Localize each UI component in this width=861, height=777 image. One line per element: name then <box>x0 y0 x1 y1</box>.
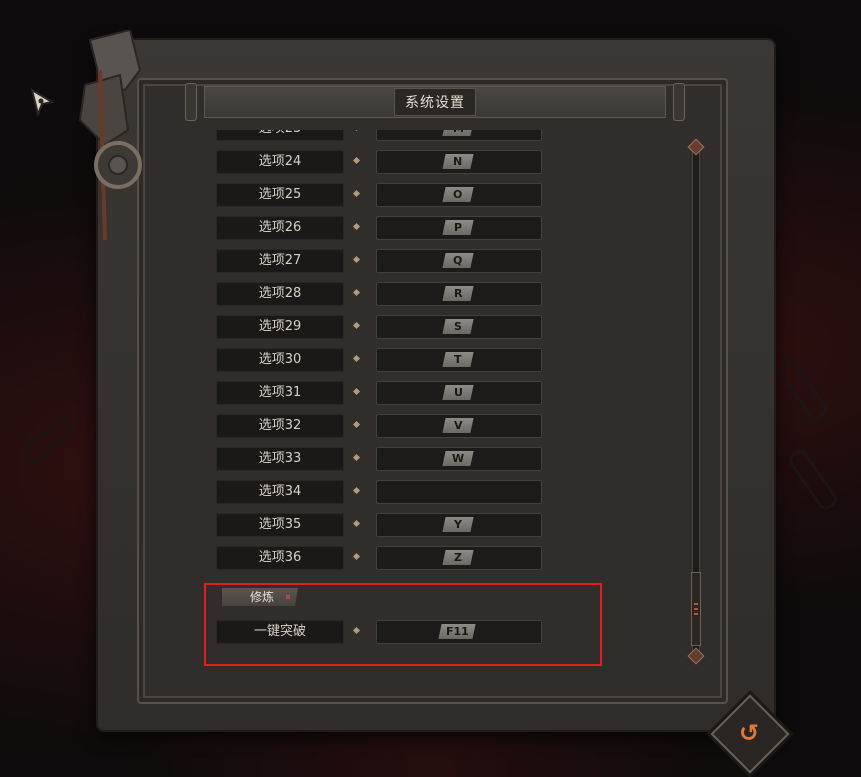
diamond-icon <box>352 130 361 132</box>
scrollbar-grip <box>694 603 698 605</box>
keybind-slot[interactable]: V <box>376 414 542 438</box>
keybind-slot[interactable]: W <box>376 447 542 471</box>
keybind-label: 选项27 <box>216 249 344 273</box>
keybind-row: 选项24 N <box>216 150 546 174</box>
keycap: O <box>442 187 474 202</box>
keybind-label: 选项35 <box>216 513 344 537</box>
keybind-row: 选项34 <box>216 480 546 504</box>
keybind-row: 选项31 U <box>216 381 546 405</box>
keycap: M <box>442 130 474 136</box>
pen-nib-cursor-icon <box>30 88 55 118</box>
keybind-label: 选项31 <box>216 381 344 405</box>
keybind-row: 选项36 Z <box>216 546 546 570</box>
keybind-slot[interactable]: T <box>376 348 542 372</box>
keybind-label: 选项34 <box>216 480 344 504</box>
keycap: R <box>442 286 474 301</box>
keybind-row: 选项26 P <box>216 216 546 240</box>
keybind-label: 选项26 <box>216 216 344 240</box>
diamond-icon <box>352 486 361 495</box>
diamond-icon <box>352 156 361 165</box>
keybind-label: 选项24 <box>216 150 344 174</box>
keybind-row: 选项27 Q <box>216 249 546 273</box>
keybind-slot[interactable] <box>376 480 542 504</box>
keycap: U <box>442 385 474 400</box>
gear-banner-emblem-icon <box>78 30 142 241</box>
keycap: Z <box>442 550 474 565</box>
keybind-slot[interactable]: O <box>376 183 542 207</box>
scrollbar-grip <box>694 613 698 615</box>
keybind-slot[interactable]: Y <box>376 513 542 537</box>
keybind-row: 选项33 W <box>216 447 546 471</box>
keybind-label: 选项36 <box>216 546 344 570</box>
keybind-row: 选项30 T <box>216 348 546 372</box>
keybind-row: 选项35 Y <box>216 513 546 537</box>
keybind-row: 选项25 O <box>216 183 546 207</box>
title-bar: 系统设置 <box>185 83 685 121</box>
keybind-label: 选项32 <box>216 414 344 438</box>
scroll-knob-right <box>673 83 685 121</box>
keybind-row: 选项32 V <box>216 414 546 438</box>
keybind-slot[interactable]: S <box>376 315 542 339</box>
keybind-label: 选项23 <box>216 130 344 141</box>
keybind-row: 选项23 M <box>216 130 546 141</box>
keybind-row: 选项29 S <box>216 315 546 339</box>
keycap: S <box>442 319 474 334</box>
keybind-label: 选项30 <box>216 348 344 372</box>
scroll-knob-left <box>185 83 197 121</box>
diamond-icon <box>352 387 361 396</box>
diamond-icon <box>352 420 361 429</box>
diamond-icon <box>352 354 361 363</box>
keycap: P <box>442 220 474 235</box>
highlight-box <box>204 583 602 666</box>
keybind-slot[interactable]: R <box>376 282 542 306</box>
keybind-slot[interactable]: U <box>376 381 542 405</box>
diamond-icon <box>352 552 361 561</box>
diamond-icon <box>352 255 361 264</box>
diamond-icon <box>352 222 361 231</box>
scrollbar-grip <box>694 608 698 610</box>
diamond-icon <box>352 321 361 330</box>
keybind-label: 选项33 <box>216 447 344 471</box>
keycap: N <box>442 154 474 169</box>
return-arrow-icon: ↺ <box>738 719 760 747</box>
keycap: W <box>442 451 474 466</box>
keybind-row: 选项28 R <box>216 282 546 306</box>
diamond-icon <box>352 519 361 528</box>
keybind-slot[interactable]: N <box>376 150 542 174</box>
keybind-label: 选项29 <box>216 315 344 339</box>
keybind-slot[interactable]: Z <box>376 546 542 570</box>
keybind-slot[interactable]: M <box>376 130 542 141</box>
diamond-icon <box>352 189 361 198</box>
scrollbar-thumb[interactable] <box>691 572 701 646</box>
keycap: Y <box>442 517 474 532</box>
keybind-slot[interactable]: Q <box>376 249 542 273</box>
keybind-slot[interactable]: P <box>376 216 542 240</box>
keycap: T <box>442 352 474 367</box>
keybind-label: 选项28 <box>216 282 344 306</box>
diamond-icon <box>352 288 361 297</box>
diamond-icon <box>352 453 361 462</box>
keycap: Q <box>442 253 474 268</box>
keybind-label: 选项25 <box>216 183 344 207</box>
keycap: V <box>442 418 474 433</box>
page-title: 系统设置 <box>394 88 476 116</box>
